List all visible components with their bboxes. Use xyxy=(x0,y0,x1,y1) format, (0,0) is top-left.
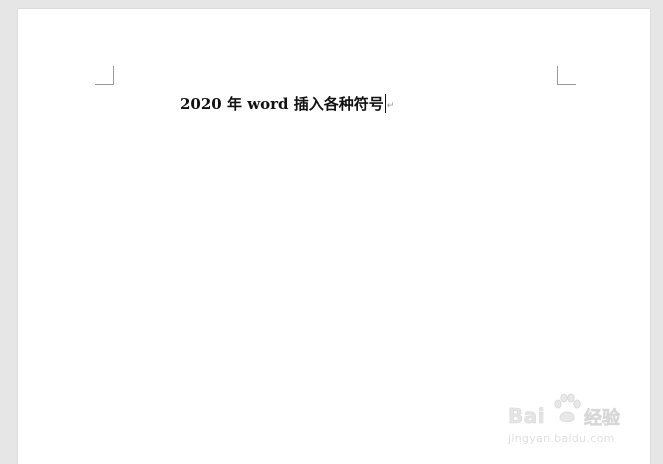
paw-icon xyxy=(554,393,581,423)
watermark-url: jingyan.baidu.com xyxy=(508,432,615,445)
paragraph-mark: ↵ xyxy=(386,100,395,111)
watermark-jingyan-text: 经验 xyxy=(584,408,621,430)
document-workspace: 2020 年 word 插入各种符号 ↵ Bai 经验 jingyan.baid… xyxy=(0,0,663,464)
document-text[interactable]: 2020 年 word 插入各种符号 xyxy=(180,93,384,114)
top-left-margin-mark xyxy=(95,66,114,85)
watermark-logo-text: Bai xyxy=(508,404,546,429)
baidu-jingyan-watermark: Bai 经验 jingyan.baidu.com xyxy=(508,392,633,452)
document-text-line[interactable]: 2020 年 word 插入各种符号 ↵ xyxy=(180,92,394,114)
text-cursor xyxy=(384,93,386,113)
top-right-margin-mark xyxy=(557,66,576,85)
